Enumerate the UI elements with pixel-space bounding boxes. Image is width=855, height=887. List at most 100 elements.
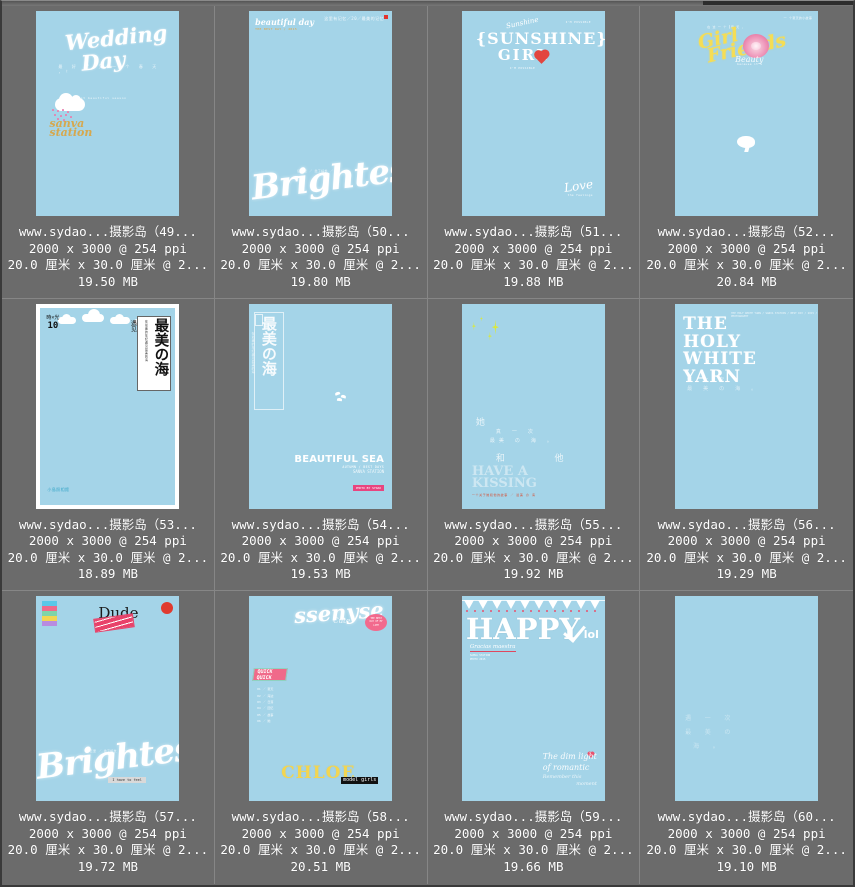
- thumbnail-11[interactable]: HAPPY lol Gracias maestra SANVA STATION …: [428, 591, 640, 806]
- art-cn1-12: 遇 一 次: [685, 714, 736, 722]
- grid-cell-7[interactable]: 她 真 一 次 最美 の 海 。 和 他 HAVE A KISSING 一个关于…: [427, 298, 641, 592]
- art-cn2-12: 最 美 の: [685, 728, 736, 736]
- thumbnail-image-6[interactable]: 最美の海 在最美的年纪遇见最美的海 BEAUTIFUL SEA AUTUMN /…: [249, 303, 393, 509]
- thumbnail-9[interactable]: Dude Brightest 记忆里 ／ 念了好长 ／ 一 ． I have t…: [2, 591, 214, 806]
- filename-3: www.sydao...摄影岛（51...: [444, 224, 623, 239]
- art-cn-block-12: 遇 一 次 最 美 の 海 。: [685, 712, 735, 753]
- grid-cell-9[interactable]: Dude Brightest 记忆里 ／ 念了好长 ／ 一 ． I have t…: [2, 591, 215, 884]
- filesize-6: 19.53 MB: [290, 566, 351, 582]
- filename-10: www.sydao...摄影岛（58...: [231, 809, 410, 825]
- art-en-block-7: HAVE A KISSING: [471, 465, 537, 492]
- art-cn1-8: 遇 一 次: [687, 376, 729, 383]
- grid-cell-1[interactable]: Wedding Day 最 好 了 又 一 个 春 天 ，！ the most b…: [2, 6, 215, 299]
- dimensions-9: 2000 x 3000 @ 254 ppi: [28, 825, 187, 841]
- art-title-6: 最美の海: [259, 315, 278, 376]
- grid-cell-4[interactable]: 一 个夏天的小故事 在 这 一 个 ┃夏 天 ， GirlFriends Bea…: [640, 6, 853, 299]
- thumbnail-12[interactable]: 遇 一 次 最 美 の 海 。: [640, 591, 853, 806]
- filesize-7: 19.92 MB: [503, 566, 564, 582]
- art-en2-7: KISSING: [471, 476, 537, 492]
- caption-9: www.sydao...摄影岛（57... 2000 x 3000 @ 254 …: [2, 806, 214, 875]
- thumbnail-2[interactable]: beautiful day THE BEST DAY / 2015 这里有记忆／…: [215, 6, 427, 221]
- art-author-5: 遇见: [129, 319, 137, 332]
- art-brand-1: sanva station: [49, 117, 93, 140]
- sparkle-icon-b-7: [479, 315, 483, 322]
- grid-cell-10[interactable]: ssenyse Cute THE BEST DAY OF MY LIFE QUI…: [215, 591, 428, 884]
- thumbnail-3[interactable]: Sunshine I'M POSSIBLE {SUNSHINE} GIRL I'…: [428, 6, 640, 221]
- thumbnail-image-11[interactable]: HAPPY lol Gracias maestra SANVA STATION …: [461, 596, 605, 802]
- filesize-11: 19.66 MB: [503, 858, 564, 874]
- dimensions-6: 2000 x 3000 @ 254 ppi: [241, 533, 400, 549]
- thumbnail-image-9[interactable]: Dude Brightest 记忆里 ／ 念了好长 ／ 一 ． I have t…: [36, 596, 180, 802]
- art-main-wrap-2: Brightest: [249, 148, 392, 209]
- grid-cell-5[interactable]: 時×光 10 最美の海 在最美的年纪遇见最美的海 遇见 小島照相館 www.sy…: [2, 298, 215, 592]
- art-side-text-6: 在最美的年纪遇见最美的海: [251, 331, 256, 374]
- physical-size-11: 20.0 厘米 x 30.0 厘米 @ 2...: [433, 842, 634, 858]
- dimensions-2: 2000 x 3000 @ 254 ppi: [241, 240, 400, 256]
- art-en-sub2-6: SANVA STATION: [352, 468, 385, 474]
- art-cn-block-8: 遇 一 次 最 美 の 海 。: [687, 376, 760, 394]
- thumbnail-image-2[interactable]: beautiful day THE BEST DAY / 2015 这里有记忆／…: [249, 11, 393, 216]
- thumbnail-image-7[interactable]: 她 真 一 次 最美 の 海 。 和 他 HAVE A KISSING 一个关于…: [461, 303, 605, 509]
- art-quote1-11: The dim light: [542, 752, 597, 762]
- physical-size-1: 20.0 厘米 x 30.0 厘米 @ 2...: [7, 257, 209, 272]
- art-foot-5: 小島照相館: [47, 486, 70, 492]
- physical-size-2: 20.0 厘米 x 30.0 厘米 @ 2...: [220, 257, 421, 272]
- grid-cell-3[interactable]: Sunshine I'M POSSIBLE {SUNSHINE} GIRL I'…: [427, 6, 641, 299]
- physical-size-4: 20.0 厘米 x 30.0 厘米 @ 2...: [646, 257, 847, 272]
- caption-5: www.sydao...摄影岛（53... 2000 x 3000 @ 254 …: [2, 514, 214, 583]
- dimensions-8: 2000 x 3000 @ 254 ppi: [667, 533, 826, 549]
- thumbnail-image-10[interactable]: ssenyse Cute THE BEST DAY OF MY LIFE QUI…: [249, 596, 393, 802]
- grid-cell-2[interactable]: beautiful day THE BEST DAY / 2015 这里有记忆／…: [214, 6, 428, 299]
- dimensions-4: 2000 x 3000 @ 254 ppi: [667, 240, 826, 256]
- thumbnail-7[interactable]: 她 真 一 次 最美 の 海 。 和 他 HAVE A KISSING 一个关于…: [428, 299, 640, 514]
- grid-cell-12[interactable]: 遇 一 次 最 美 の 海 。 www.sydao...摄影岛（60... 20…: [640, 591, 853, 884]
- physical-size-8: 20.0 厘米 x 30.0 厘米 @ 2...: [646, 549, 847, 565]
- caption-2: www.sydao...摄影岛（50... 2000 x 3000 @ 254 …: [215, 221, 427, 290]
- filesize-2: 19.80 MB: [290, 273, 351, 289]
- sparkle-icon-a-7: [471, 321, 476, 331]
- physical-size-5: 20.0 厘米 x 30.0 厘米 @ 2...: [7, 549, 209, 565]
- thumbnail-5[interactable]: 時×光 10 最美の海 在最美的年纪遇见最美的海 遇见 小島照相館: [2, 299, 214, 514]
- art-main-wrap-9: Brightest: [36, 727, 179, 788]
- physical-size-10: 20.0 厘米 x 30.0 厘米 @ 2...: [220, 842, 421, 858]
- grid-cell-8[interactable]: THE HOLY WHITE YARN THE HOLY WHITE YARN …: [640, 299, 853, 592]
- art-topright-4: 一 个夏天的小故事: [783, 16, 813, 20]
- thumbnail-4[interactable]: 一 个夏天的小故事 在 这 一 个 ┃夏 天 ， GirlFriends Bea…: [640, 6, 853, 221]
- thumbnail-grid[interactable]: Wedding Day 最 好 了 又 一 个 春 天 ，！ the most b…: [2, 6, 853, 884]
- art-side-text-5: 在最美的年纪遇见最美的海: [144, 319, 149, 362]
- grid-cell-6[interactable]: 最美の海 在最美的年纪遇见最美的海 BEAUTIFUL SEA AUTUMN /…: [214, 298, 428, 592]
- art-badge-11: SANVA STATION PHOTO 2015: [469, 654, 491, 661]
- caption-10: www.sydao...摄影岛（58... 2000 x 3000 @ 254 …: [215, 806, 427, 875]
- art-cn1-7: 她: [475, 417, 485, 428]
- thumbnail-image-8[interactable]: THE HOLY WHITE YARN THE HOLY WHITE YARN …: [675, 303, 819, 509]
- thumbnail-6[interactable]: 最美の海 在最美的年纪遇见最美的海 BEAUTIFUL SEA AUTUMN /…: [215, 299, 427, 514]
- art-pink-badge-6: PHOTO BY SYDAO: [352, 484, 385, 491]
- thumbnail-image-1[interactable]: Wedding Day 最 好 了 又 一 个 春 天 ，！ the most b…: [36, 11, 180, 216]
- dimensions-11: 2000 x 3000 @ 254 ppi: [454, 825, 613, 841]
- art-cn-block-7: 她 真 一 次 最美 の 海 。 和 他: [474, 415, 564, 465]
- art-sig-sub-4: because it's: [737, 62, 763, 66]
- art-main-2: Brightest: [249, 147, 393, 209]
- thumbnail-8[interactable]: THE HOLY WHITE YARN THE HOLY WHITE YARN …: [640, 299, 853, 514]
- dimensions-7: 2000 x 3000 @ 254 ppi: [454, 533, 613, 549]
- quick-badge-10: QUICK QUICK: [252, 668, 289, 682]
- thumbnail-image-4[interactable]: 一 个夏天的小故事 在 这 一 个 ┃夏 天 ， GirlFriends Bea…: [675, 11, 819, 216]
- art-cn3-7: 最美 の 海 。: [489, 437, 556, 444]
- art-en-title-6: BEAUTIFUL SEA: [294, 453, 385, 465]
- dimensions-12: 2000 x 3000 @ 254 ppi: [667, 825, 826, 841]
- art-quote3-11: Remember this: [542, 773, 582, 780]
- thumbnail-image-12[interactable]: 遇 一 次 最 美 の 海 。: [675, 596, 819, 802]
- filename-6: www.sydao...摄影岛（54...: [231, 516, 410, 532]
- thumbnail-10[interactable]: ssenyse Cute THE BEST DAY OF MY LIFE QUI…: [215, 591, 427, 806]
- physical-size-6: 20.0 厘米 x 30.0 厘米 @ 2...: [220, 549, 421, 565]
- filename-11: www.sydao...摄影岛（59...: [444, 809, 623, 825]
- art-quote4-11: moment: [576, 780, 597, 787]
- thumbnail-1[interactable]: Wedding Day 最 好 了 又 一 个 春 天 ，！ the most b…: [2, 6, 214, 221]
- thumbnail-image-3[interactable]: Sunshine I'M POSSIBLE {SUNSHINE} GIRL I'…: [461, 11, 605, 216]
- art-lol-11: lol: [583, 628, 599, 642]
- art-sub-10: Cute: [333, 617, 351, 626]
- art-cn4-7: 和: [495, 453, 505, 464]
- filename-2: www.sydao...摄影岛（50...: [231, 224, 410, 239]
- grid-cell-11[interactable]: HAPPY lol Gracias maestra SANVA STATION …: [428, 591, 641, 884]
- thumbnail-image-5[interactable]: 時×光 10 最美の海 在最美的年纪遇见最美的海 遇见 小島照相館: [36, 303, 180, 509]
